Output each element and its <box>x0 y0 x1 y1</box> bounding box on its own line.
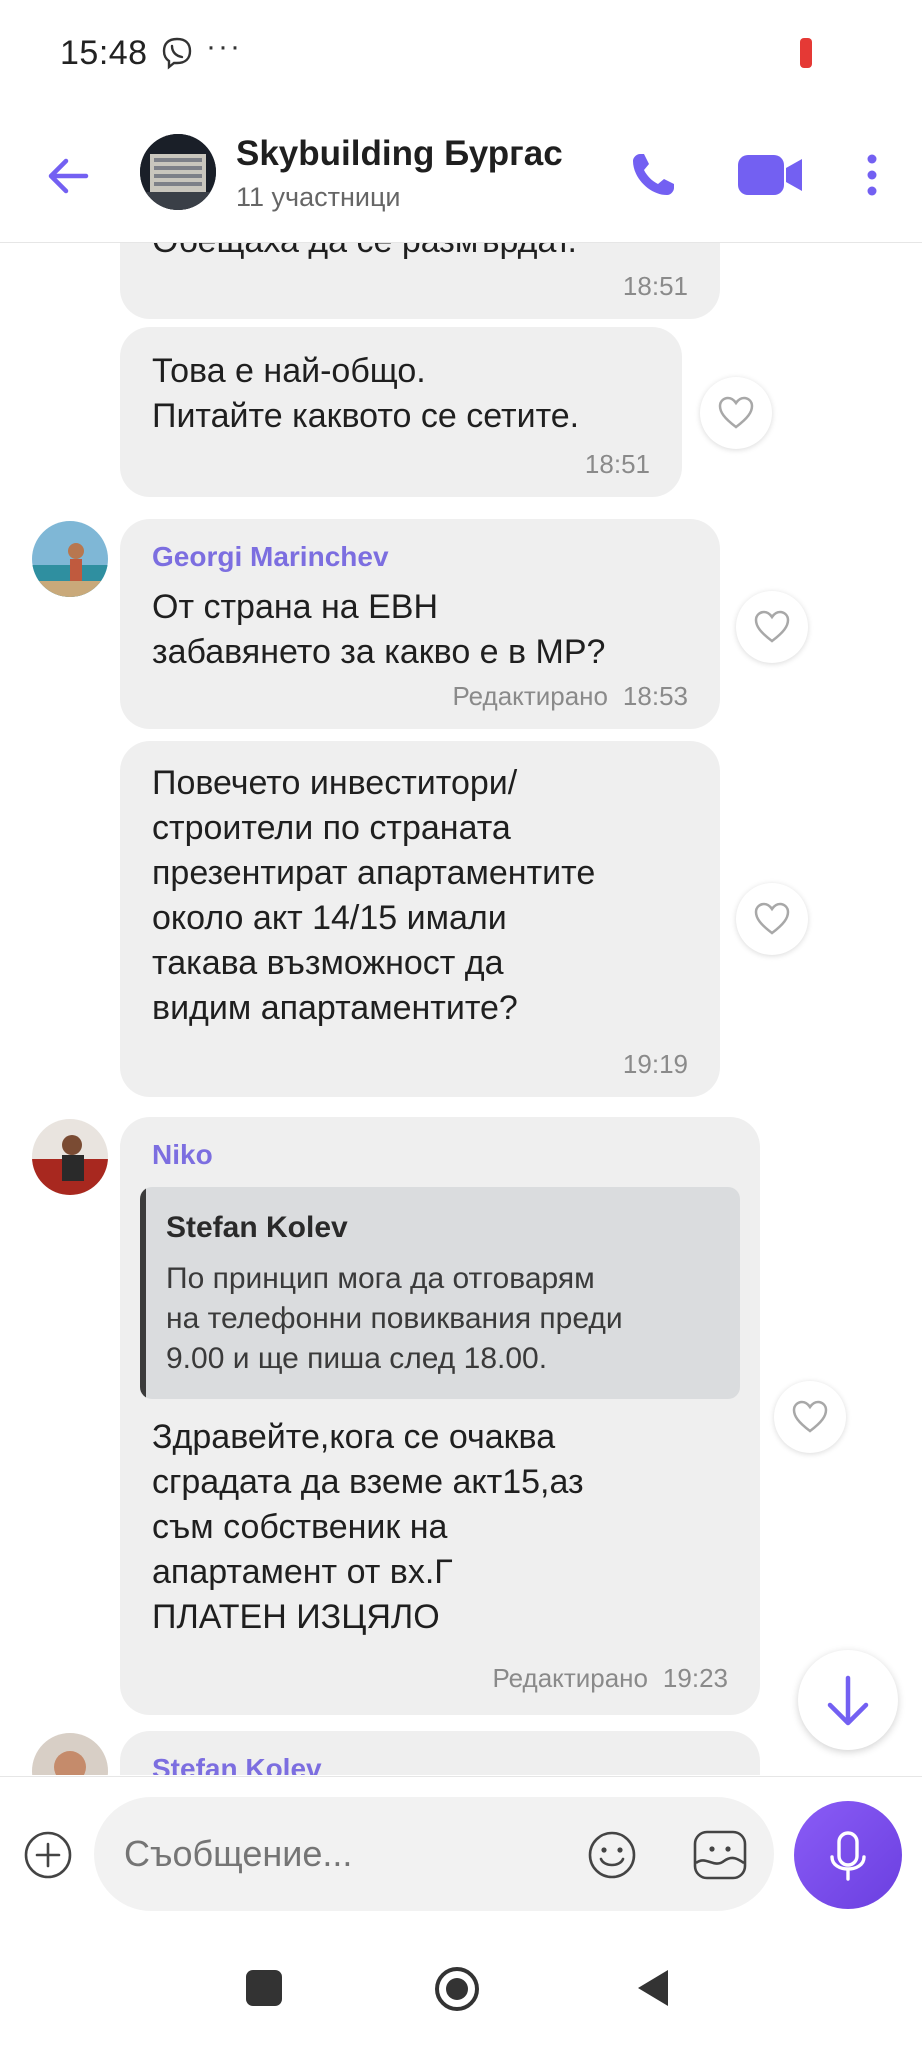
status-time: 15:48 <box>60 34 148 72</box>
video-call-icon[interactable] <box>736 150 806 200</box>
home-button[interactable] <box>434 1966 480 2012</box>
heart-icon <box>754 610 790 643</box>
group-avatar[interactable] <box>140 134 216 210</box>
add-attachment-icon[interactable] <box>22 1829 74 1881</box>
battery-icon <box>800 38 812 68</box>
message-text: Обещаха да се размърдат. <box>152 243 577 264</box>
message-time: 18:51 <box>622 271 688 301</box>
message-composer <box>0 1776 922 1917</box>
message-field[interactable] <box>94 1797 774 1911</box>
message-time: 18:53 <box>622 681 688 711</box>
sender-name[interactable]: Stefan Kolev <box>152 1753 322 1775</box>
participants-count[interactable]: 11 участници <box>236 182 401 213</box>
viber-status-icon <box>162 37 192 70</box>
quote-bar <box>140 1187 146 1399</box>
recent-apps-button[interactable] <box>246 1970 282 2006</box>
avatar-photo-icon <box>32 1119 108 1195</box>
message-bubble[interactable]: Повечето инвеститори/ строители по стран… <box>120 741 720 1097</box>
heart-icon <box>792 1400 828 1433</box>
like-heart-button[interactable] <box>700 377 772 449</box>
sender-name[interactable]: Georgi Marinchev <box>152 541 389 573</box>
avatar-stefan-kolev[interactable] <box>32 1733 108 1775</box>
chat-messages[interactable]: Обещаха да се размърдат. 18:51 Това е на… <box>0 243 922 1775</box>
heart-icon <box>754 902 790 935</box>
avatar-photo-icon <box>32 1733 108 1775</box>
voice-message-button[interactable] <box>794 1801 902 1909</box>
system-navigation-bar <box>0 1920 922 2048</box>
back-nav-button[interactable] <box>634 1966 672 2010</box>
message-input[interactable] <box>124 1797 544 1911</box>
status-bar: 15:48 ··· <box>0 0 922 110</box>
quoted-message[interactable]: Stefan Kolev По принцип мога да отговаря… <box>140 1187 740 1399</box>
message-text: Повечето инвеститори/ строители по стран… <box>152 764 596 1027</box>
chat-header: Skybuilding Бургас 11 участници <box>0 110 922 243</box>
avatar-niko[interactable] <box>32 1119 108 1195</box>
message-bubble[interactable]: Georgi Marinchev От страна на ЕВН забавя… <box>120 519 720 729</box>
message-time: 19:19 <box>622 1049 688 1079</box>
quoted-text: По принцип мога да отговарям на телефонн… <box>166 1262 623 1375</box>
building-photo-icon <box>140 134 216 210</box>
microphone-icon <box>830 1831 866 1881</box>
arrow-down-icon <box>827 1675 869 1726</box>
scroll-to-bottom-button[interactable] <box>798 1650 898 1750</box>
like-heart-button[interactable] <box>736 591 808 663</box>
group-title[interactable]: Skybuilding Бургас <box>236 134 563 174</box>
sticker-icon[interactable] <box>692 1829 748 1881</box>
message-bubble[interactable]: Niko Stefan Kolev По принцип мога да отг… <box>120 1117 760 1715</box>
message-bubble[interactable]: Това е най-общо. Питайте каквото се сети… <box>120 327 682 497</box>
avatar-georgi-marinchev[interactable] <box>32 521 108 597</box>
heart-icon <box>718 396 754 429</box>
message-time: 18:51 <box>584 449 650 479</box>
more-options-icon[interactable] <box>860 150 884 200</box>
avatar-photo-icon <box>32 521 108 597</box>
status-overflow-dots: ··· <box>206 30 242 63</box>
message-text: Това е най-общо. Питайте каквото се сети… <box>152 352 580 435</box>
quoted-sender: Stefan Kolev <box>166 1211 348 1244</box>
sender-name[interactable]: Niko <box>152 1139 213 1171</box>
edited-label: Редактирано <box>492 1663 648 1693</box>
like-heart-button[interactable] <box>736 883 808 955</box>
message-text: Здравейте,кога се очаква сградата да взе… <box>152 1418 584 1636</box>
like-heart-button[interactable] <box>774 1381 846 1453</box>
message-time: 19:23 <box>662 1663 728 1693</box>
phone-call-icon[interactable] <box>624 146 682 204</box>
edited-label: Редактирано <box>452 681 608 711</box>
message-text: От страна на ЕВН забавянето за какво е в… <box>152 588 606 671</box>
message-bubble[interactable]: Обещаха да се размърдат. 18:51 <box>120 243 720 319</box>
emoji-icon[interactable] <box>586 1829 638 1881</box>
message-bubble[interactable]: Stefan Kolev <box>120 1731 760 1775</box>
back-arrow-icon[interactable] <box>40 148 96 204</box>
